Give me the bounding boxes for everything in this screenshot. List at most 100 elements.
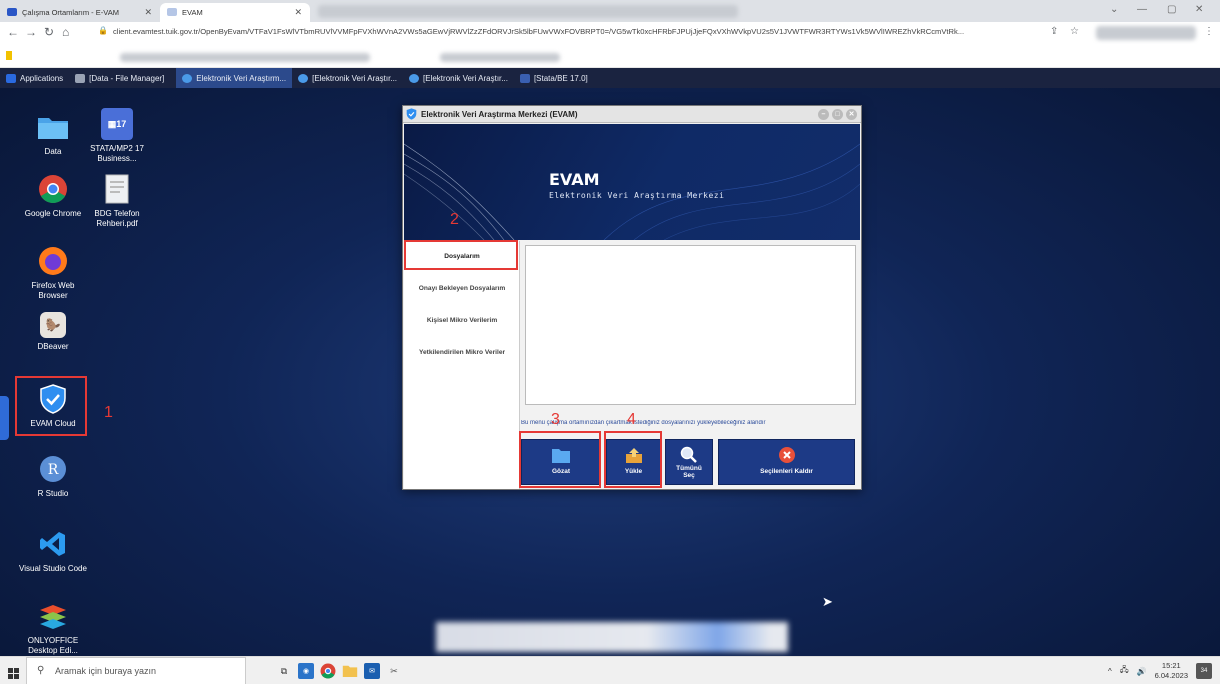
bookmark-folder-icon[interactable]	[6, 51, 12, 60]
clock-time: 15:21	[1161, 661, 1181, 670]
icon-label: BDG Telefon Rehberi.pdf	[94, 209, 140, 228]
svg-text:R: R	[48, 462, 59, 478]
menu-item-authorized-microdata[interactable]: Yetkilendirilen Mikro Veriler	[404, 349, 520, 356]
desktop-icon-stata[interactable]: ▦17 STATA/MP2 17 Business...	[82, 108, 152, 164]
document-icon	[101, 173, 133, 205]
teams-icon[interactable]: ◉	[298, 663, 314, 679]
desktop-icon-vscode[interactable]: Visual Studio Code	[18, 528, 88, 574]
windows-taskbar: ⚲ Aramak için buraya yazın ⧉ ◉ ✉ ✂ ^ 🖧 🔊…	[0, 656, 1220, 684]
desktop-icon-chrome[interactable]: Google Chrome	[18, 173, 88, 219]
annotation-number-2: 2	[450, 211, 459, 228]
banner-wave-decoration	[404, 143, 860, 240]
dbeaver-icon: 🦫	[40, 312, 66, 338]
task-view-icon[interactable]: ⧉	[276, 663, 292, 679]
mouse-pointer-icon: ➤	[822, 594, 833, 609]
desktop-icon-onlyoffice[interactable]: ONLYOFFICE Desktop Edi...	[18, 600, 88, 656]
system-tray: ^ 🖧 🔊 15:21 6.04.2023 34	[1108, 657, 1212, 684]
applications-label: Applications	[20, 73, 64, 83]
snipping-tool-icon[interactable]: ✂	[386, 663, 402, 679]
applications-icon	[6, 73, 16, 83]
tray-chevron-icon[interactable]: ^	[1108, 667, 1112, 676]
icon-label: ONLYOFFICE Desktop Edi...	[27, 636, 79, 655]
menu-item-personal-microdata[interactable]: Kişisel Mikro Verilerim	[404, 317, 520, 324]
banner-title: EVAM	[549, 170, 600, 189]
file-list-area[interactable]	[525, 245, 856, 405]
magnifier-icon	[679, 446, 699, 464]
panel-task-file-manager[interactable]: [Data - File Manager]	[69, 68, 170, 88]
desktop-top-panel: Applications [Data - File Manager] Elekt…	[0, 68, 1220, 88]
bookmarks-bar	[0, 44, 1220, 68]
back-arrow-icon[interactable]: ←	[7, 25, 19, 39]
notification-center-icon[interactable]: 34	[1196, 663, 1212, 679]
menu-item-pending-files[interactable]: Onayı Bekleyen Dosyalarım	[404, 285, 520, 292]
side-panel-handle[interactable]	[0, 396, 9, 440]
volume-icon[interactable]: 🔊	[1137, 667, 1147, 676]
task-label: [Elektronik Veri Araştır...	[423, 73, 508, 83]
page-favicon-icon	[167, 8, 177, 16]
desktop-icon-data[interactable]: Data	[18, 111, 88, 157]
icon-label: R Studio	[37, 489, 69, 498]
search-icon: ⚲	[37, 665, 45, 676]
close-window-icon[interactable]: ✕	[1195, 4, 1203, 15]
tab-search-chevron-icon[interactable]: ⌄	[1110, 4, 1118, 15]
chrome-taskbar-icon[interactable]	[320, 663, 336, 679]
remove-selected-button[interactable]: Seçilenleri Kaldır	[718, 439, 855, 485]
bookmark-star-icon[interactable]: ☆	[1070, 26, 1079, 37]
chrome-icon	[37, 173, 69, 205]
redacted-profile	[1096, 26, 1196, 40]
folder-icon	[75, 73, 86, 83]
evam-shield-icon	[409, 73, 420, 83]
upload-hint-text: Bu menü çalışma ortamınızdan çıkartmak i…	[521, 420, 766, 426]
network-icon[interactable]: 🖧	[1120, 664, 1129, 678]
maximize-icon[interactable]: □	[832, 109, 843, 120]
notification-count: 34	[1200, 668, 1208, 674]
remote-desktop: Applications [Data - File Manager] Elekt…	[0, 68, 1220, 656]
icon-label: STATA/MP2 17 Business...	[90, 144, 144, 163]
panel-task-stata[interactable]: [Stata/BE 17.0]	[514, 68, 594, 88]
panel-task-evam-2[interactable]: [Elektronik Veri Araştır...	[292, 68, 403, 88]
windows-start-icon[interactable]	[8, 666, 19, 679]
evam-banner: EVAM Elektronik Veri Araştırma Merkezi	[404, 124, 860, 240]
reload-icon[interactable]: ↻	[44, 25, 54, 39]
task-label: [Stata/BE 17.0]	[533, 73, 588, 83]
desktop-icon-pdf[interactable]: BDG Telefon Rehberi.pdf	[82, 173, 152, 229]
applications-menu[interactable]: Applications	[0, 68, 69, 88]
redacted-region	[318, 5, 738, 18]
stata-icon: ▦17	[101, 108, 133, 140]
file-explorer-icon[interactable]	[342, 663, 358, 679]
outlook-icon[interactable]: ✉	[364, 663, 380, 679]
close-icon[interactable]: ✕	[846, 109, 857, 120]
icon-label: Visual Studio Code	[19, 564, 87, 573]
close-tab-icon[interactable]: ✕	[294, 7, 302, 18]
annotation-box-1	[15, 376, 87, 436]
window-title: Elektronik Veri Araştırma Merkezi (EVAM)	[421, 109, 578, 119]
folder-icon	[37, 111, 69, 143]
browser-tab-work-environments[interactable]: Çalışma Ortamlarım - E-VAM ✕	[0, 3, 160, 22]
address-bar[interactable]: 🔒 client.evamtest.tuik.gov.tr/OpenByEvam…	[88, 25, 1068, 41]
annotation-box-3	[519, 431, 601, 488]
minimize-icon[interactable]: —	[1137, 4, 1147, 15]
maximize-icon[interactable]: ▢	[1167, 4, 1176, 15]
desktop-icon-dbeaver[interactable]: 🦫 DBeaver	[18, 312, 88, 352]
annotation-box-4	[604, 431, 662, 488]
panel-task-evam-active[interactable]: Elektronik Veri Araştırm...	[176, 68, 293, 88]
url-text: client.evamtest.tuik.gov.tr/OpenByEvam/V…	[113, 27, 965, 36]
panel-task-evam-3[interactable]: [Elektronik Veri Araştır...	[403, 68, 514, 88]
select-all-button[interactable]: Tümünü Seç	[665, 439, 713, 485]
browser-tab-evam[interactable]: EVAM ✕	[160, 3, 310, 22]
forward-arrow-icon[interactable]: →	[25, 25, 37, 39]
desktop-icon-rstudio[interactable]: R R Studio	[18, 453, 88, 499]
evam-title-bar: Elektronik Veri Araştırma Merkezi (EVAM)…	[403, 106, 861, 123]
taskbar-search-box[interactable]: ⚲ Aramak için buraya yazın	[26, 657, 246, 684]
taskbar-clock[interactable]: 15:21 6.04.2023	[1155, 661, 1188, 681]
minimize-icon[interactable]: –	[818, 109, 829, 120]
search-placeholder: Aramak için buraya yazın	[55, 666, 157, 676]
desktop-icon-firefox[interactable]: Firefox Web Browser	[18, 245, 88, 301]
browser-toolbar: ← → ↻ ⌂ 🔒 client.evamtest.tuik.gov.tr/Op…	[0, 22, 1220, 44]
home-icon[interactable]: ⌂	[62, 25, 69, 39]
annotation-number-3: 3	[551, 411, 560, 428]
evam-shield-icon	[182, 73, 193, 83]
close-tab-icon[interactable]: ✕	[144, 7, 152, 18]
menu-kebab-icon[interactable]: ⋮	[1204, 26, 1214, 37]
share-icon[interactable]: ⇪	[1050, 26, 1058, 37]
